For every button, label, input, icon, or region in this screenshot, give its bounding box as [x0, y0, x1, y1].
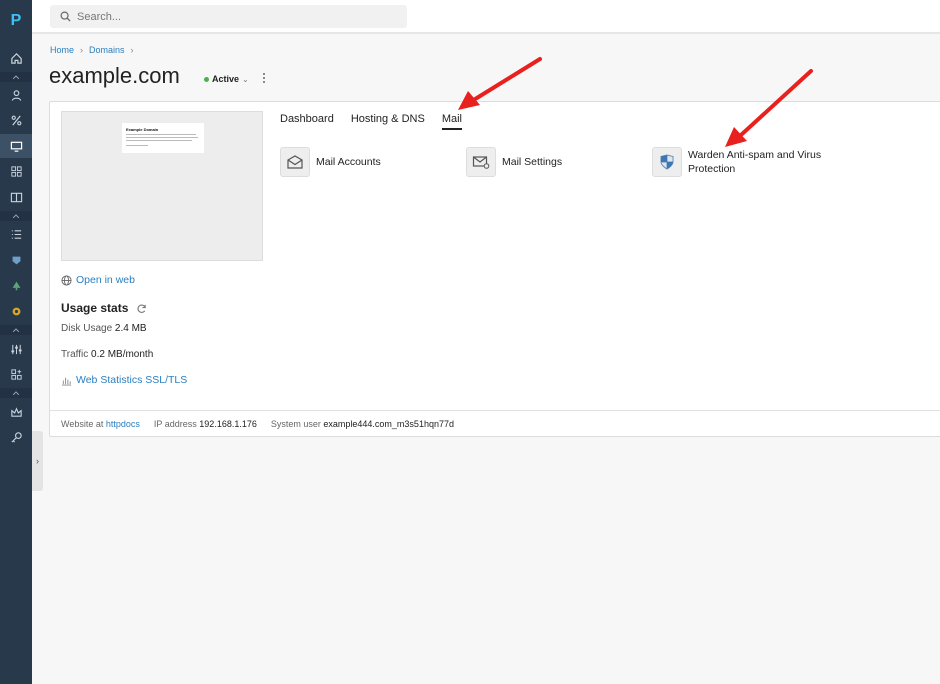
- chevron-right-icon: ›: [130, 45, 134, 55]
- search-box[interactable]: [50, 5, 407, 28]
- domain-card: Example Domain Open in web Usage stats D…: [49, 101, 940, 437]
- system-user-info: System user example444.com_m3s51hqn77d: [271, 419, 454, 429]
- grid-icon[interactable]: [0, 159, 32, 183]
- web-statistics-link[interactable]: Web Statistics SSL/TLS: [61, 374, 187, 386]
- search-icon: [60, 11, 71, 22]
- status-dot-icon: [204, 76, 209, 82]
- warden-antispam-tile[interactable]: Warden Anti-spam and Virus Protection: [652, 147, 828, 177]
- left-nav: P: [0, 0, 32, 684]
- book-icon[interactable]: [0, 185, 32, 209]
- crown-icon[interactable]: [0, 400, 32, 424]
- nav-collapse-chevron-icon[interactable]: [0, 211, 32, 221]
- tab-dashboard[interactable]: Dashboard: [280, 113, 334, 130]
- disk-usage-row: Disk Usage 2.4 MB: [61, 323, 147, 334]
- mail-accounts-label: Mail Accounts: [316, 156, 381, 168]
- nav-collapse-chevron-icon[interactable]: [0, 388, 32, 398]
- mail-settings-label: Mail Settings: [502, 156, 563, 168]
- usage-stats-title: Usage stats: [61, 301, 129, 315]
- tab-hosting-dns[interactable]: Hosting & DNS: [351, 113, 425, 130]
- sidebar-expand-handle[interactable]: ›: [32, 431, 43, 491]
- apps-icon[interactable]: [0, 362, 32, 386]
- system-user-label: System user: [270, 419, 321, 429]
- breadcrumb-home[interactable]: Home: [50, 45, 74, 55]
- tree-icon[interactable]: [0, 273, 32, 297]
- ip-label: IP address: [153, 419, 197, 429]
- search-input[interactable]: [77, 10, 377, 23]
- website-docroot-link[interactable]: httpdocs: [106, 419, 140, 429]
- top-bar: [32, 0, 940, 34]
- domain-tabs: Dashboard Hosting & DNS Mail: [280, 113, 462, 130]
- preview-line: [126, 140, 192, 141]
- globe-icon: [61, 274, 72, 286]
- plesk-logo[interactable]: P: [0, 8, 32, 34]
- web-statistics-label: Web Statistics SSL/TLS: [76, 374, 188, 386]
- website-info: Website at httpdocs: [61, 419, 140, 429]
- preview-heading: Example Domain: [126, 127, 159, 132]
- preview-page: Example Domain: [122, 123, 204, 153]
- shield-icon: [652, 147, 682, 177]
- shield-icon[interactable]: [0, 248, 32, 272]
- home-icon[interactable]: [0, 46, 32, 70]
- warden-antispam-label: Warden Anti-spam and Virus Protection: [688, 149, 822, 175]
- usage-stats-heading: Usage stats: [61, 301, 147, 315]
- disk-usage-label: Disk Usage: [61, 323, 113, 334]
- envelope-gear-icon: [466, 147, 496, 177]
- breadcrumb-domains[interactable]: Domains: [89, 45, 125, 55]
- disk-usage-value: 2.4 MB: [114, 323, 147, 334]
- mail-settings-tile[interactable]: Mail Settings: [466, 147, 562, 177]
- sliders-icon[interactable]: [0, 337, 32, 361]
- nav-collapse-chevron-icon[interactable]: [0, 72, 32, 82]
- bar-chart-icon: [61, 377, 72, 386]
- refresh-icon[interactable]: [136, 303, 147, 314]
- status-label: Active: [212, 74, 240, 84]
- system-user-value: example444.com_m3s51hqn77d: [323, 419, 454, 429]
- page-title: example.com: [49, 63, 180, 88]
- puzzle-icon[interactable]: [0, 299, 32, 323]
- mail-accounts-tile[interactable]: Mail Accounts: [280, 147, 381, 177]
- open-in-web-link[interactable]: Open in web: [61, 274, 135, 286]
- domain-footer: Website at httpdocs IP address 192.168.1…: [50, 410, 940, 437]
- breadcrumb: Home › Domains ›: [50, 45, 134, 55]
- website-label: Website at: [61, 419, 104, 429]
- monitor-icon[interactable]: [0, 134, 32, 158]
- ip-value: 192.168.1.176: [199, 419, 257, 429]
- list-icon[interactable]: [0, 222, 32, 246]
- envelope-icon: [280, 147, 310, 177]
- ip-info: IP address 192.168.1.176: [154, 419, 257, 429]
- user-icon[interactable]: [0, 83, 32, 107]
- percent-icon[interactable]: [0, 108, 32, 132]
- chevron-down-icon: ⌄: [242, 74, 249, 84]
- nav-collapse-chevron-icon[interactable]: [0, 325, 32, 335]
- preview-line: [126, 145, 148, 146]
- preview-line: [126, 134, 196, 135]
- traffic-value: 0.2 MB/month: [91, 349, 154, 360]
- traffic-row: Traffic 0.2 MB/month: [61, 349, 153, 360]
- chevron-right-icon: ›: [80, 45, 84, 55]
- preview-line: [126, 137, 198, 138]
- tab-mail[interactable]: Mail: [441, 113, 462, 130]
- chevron-right-icon: ›: [36, 456, 39, 466]
- key-icon[interactable]: [0, 425, 32, 449]
- traffic-label: Traffic: [61, 349, 89, 360]
- site-preview-thumbnail[interactable]: Example Domain: [61, 111, 263, 261]
- status-dropdown[interactable]: Active ⌄: [204, 74, 249, 84]
- more-options-icon[interactable]: [262, 73, 266, 85]
- open-in-web-label: Open in web: [76, 274, 135, 286]
